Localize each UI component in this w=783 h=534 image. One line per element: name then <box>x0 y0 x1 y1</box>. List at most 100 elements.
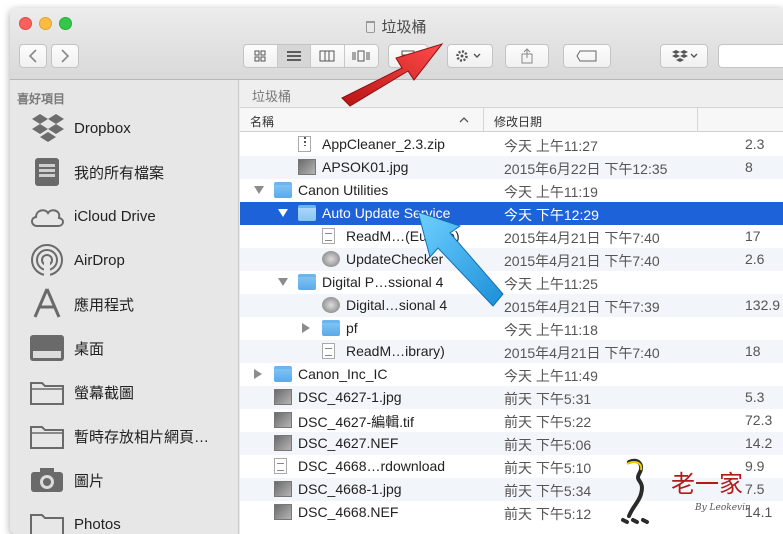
view-mode-control[interactable] <box>243 44 379 68</box>
file-date: 前天 下午5:31 <box>504 391 592 407</box>
disclosure-open-icon[interactable] <box>278 278 288 286</box>
disclosure-open-icon[interactable] <box>254 186 264 194</box>
folder-icon <box>298 274 316 290</box>
file-date: 前天 下午5:12 <box>504 506 592 522</box>
file-row[interactable]: Digital…sional 4 2015年4月21日 下午7:39 132.9 <box>240 294 783 317</box>
sidebar-item-label: 螢幕截圖 <box>74 384 135 402</box>
sidebar-item-label: iCloud Drive <box>74 207 156 225</box>
file-date: 前天 下午5:06 <box>504 437 592 453</box>
applications-icon <box>28 286 66 322</box>
file-size: 7.5 <box>745 481 765 497</box>
sidebar-item-label: 圖片 <box>74 472 105 490</box>
desktop-icon <box>28 330 66 366</box>
file-row[interactable]: Auto Update Service 今天 下午12:29 <box>240 202 783 225</box>
disclosure-closed-icon[interactable] <box>302 323 310 333</box>
coverflow-view-icon <box>352 50 370 62</box>
airdrop-icon <box>28 242 66 278</box>
sidebar-item-icloud-drive[interactable]: iCloud Drive <box>28 196 238 236</box>
file-size: 72.3 <box>745 412 773 428</box>
column-divider[interactable] <box>483 108 484 132</box>
file-row[interactable]: ReadM…(Europe) 2015年4月21日 下午7:40 17 <box>240 225 783 248</box>
icon-view-icon <box>254 50 266 62</box>
icon-view-button[interactable] <box>244 45 278 67</box>
sidebar-item-label: Photos <box>74 515 121 533</box>
sidebar: 喜好項目 Dropbox 我的所有檔案 iCloud Drive AirDrop <box>10 80 239 534</box>
file-size: 5.3 <box>745 389 765 405</box>
sidebar-item-screenshots[interactable]: 螢幕截圖 <box>28 372 238 412</box>
file-date: 今天 上午11:27 <box>504 138 598 154</box>
finder-window: 垃圾桶 喜好項目 Dropbox 我的所有檔案 iCloud Drive Air… <box>10 8 783 534</box>
file-name: pf <box>346 320 358 336</box>
file-row[interactable]: DSC_4627.NEF 前天 下午5:06 14.2 <box>240 432 783 455</box>
sidebar-item-photo-temp[interactable]: 暫時存放相片網頁… <box>28 416 238 456</box>
file-row[interactable]: DSC_4668.NEF 前天 下午5:12 14.1 <box>240 501 783 524</box>
file-row[interactable]: Digital P…ssional 4 今天 上午11:25 <box>240 271 783 294</box>
folder-icon <box>28 418 66 454</box>
sidebar-item-label: 我的所有檔案 <box>74 164 165 182</box>
sidebar-item-label: 應用程式 <box>74 296 135 314</box>
sidebar-item-applications[interactable]: 應用程式 <box>28 284 238 324</box>
chevron-right-icon <box>61 49 70 63</box>
sidebar-item-dropbox[interactable]: Dropbox <box>28 108 238 148</box>
sidebar-item-photos[interactable]: Photos <box>28 504 238 534</box>
file-row[interactable]: UpdateChecker 2015年4月21日 下午7:40 2.6 <box>240 248 783 271</box>
sidebar-item-desktop[interactable]: 桌面 <box>28 328 238 368</box>
folder-icon <box>274 366 292 382</box>
sidebar-item-pictures[interactable]: 圖片 <box>28 460 238 500</box>
sidebar-item-airdrop[interactable]: AirDrop <box>28 240 238 280</box>
column-date-header[interactable]: 修改日期 <box>494 113 542 130</box>
file-row[interactable]: Canon Utilities 今天 上午11:19 <box>240 179 783 202</box>
img-icon <box>274 412 292 428</box>
disclosure-open-icon[interactable] <box>278 209 288 217</box>
doc-icon <box>322 228 335 244</box>
file-name: DSC_4627-1.jpg <box>298 389 402 405</box>
file-row[interactable]: Canon_Inc_IC 今天 上午11:49 <box>240 363 783 386</box>
disclosure-closed-icon[interactable] <box>254 369 262 379</box>
column-name-header[interactable]: 名稱 <box>250 113 274 130</box>
file-row[interactable]: DSC_4627-編輯.tif 前天 下午5:22 72.3 <box>240 409 783 432</box>
forward-button[interactable] <box>51 44 79 68</box>
file-date: 2015年4月21日 下午7:40 <box>504 230 660 246</box>
sidebar-item-all-files[interactable]: 我的所有檔案 <box>28 152 238 192</box>
file-date: 2015年4月21日 下午7:40 <box>504 345 660 361</box>
file-row[interactable]: DSC_4668-1.jpg 前天 下午5:34 7.5 <box>240 478 783 501</box>
file-row[interactable]: pf 今天 上午11:18 <box>240 317 783 340</box>
sidebar-item-label: Dropbox <box>74 119 131 137</box>
list-view-button[interactable] <box>277 45 311 67</box>
title-bar: 垃圾桶 <box>10 8 783 80</box>
sidebar-item-label: AirDrop <box>74 251 125 269</box>
coverflow-view-button[interactable] <box>345 45 378 67</box>
tag-button[interactable] <box>563 44 611 68</box>
file-name: DSC_4668.NEF <box>298 504 399 520</box>
file-size: 18 <box>745 343 761 359</box>
action-menu-button[interactable] <box>447 44 493 68</box>
dropbox-menu-button[interactable] <box>660 44 708 68</box>
path-bar-label: 垃圾桶 <box>252 89 292 104</box>
file-name: DSC_4668…rdownload <box>298 458 446 474</box>
search-field[interactable] <box>718 44 783 68</box>
file-row[interactable]: APSOK01.jpg 2015年6月22日 下午12:35 8 <box>240 156 783 179</box>
file-name: ReadM…ibrary) <box>346 343 445 359</box>
camera-icon <box>28 462 66 498</box>
file-size: 132.9 <box>745 297 781 313</box>
back-button[interactable] <box>19 44 47 68</box>
file-name: APSOK01.jpg <box>322 159 409 175</box>
file-row[interactable]: DSC_4627-1.jpg 前天 下午5:31 5.3 <box>240 386 783 409</box>
path-bar: 垃圾桶 <box>240 80 783 108</box>
img-icon <box>298 159 316 175</box>
gear-icon <box>456 50 481 62</box>
file-size: 17 <box>745 228 761 244</box>
file-size: 2.3 <box>745 136 765 152</box>
file-row[interactable]: AppCleaner_2.3.zip 今天 上午11:27 2.3 <box>240 133 783 156</box>
arrange-button[interactable] <box>388 44 428 68</box>
column-header: 名稱 修改日期 <box>240 108 783 132</box>
column-view-button[interactable] <box>311 45 345 67</box>
list-view-icon <box>286 51 301 61</box>
folder-icon <box>298 205 316 221</box>
file-row[interactable]: ReadM…ibrary) 2015年4月21日 下午7:40 18 <box>240 340 783 363</box>
file-row[interactable]: DSC_4668…rdownload 前天 下午5:10 9.9 <box>240 455 783 478</box>
column-divider[interactable] <box>697 108 698 132</box>
folder-icon <box>28 374 66 410</box>
window-title: 垃圾桶 <box>10 16 783 37</box>
share-button[interactable] <box>505 44 549 68</box>
